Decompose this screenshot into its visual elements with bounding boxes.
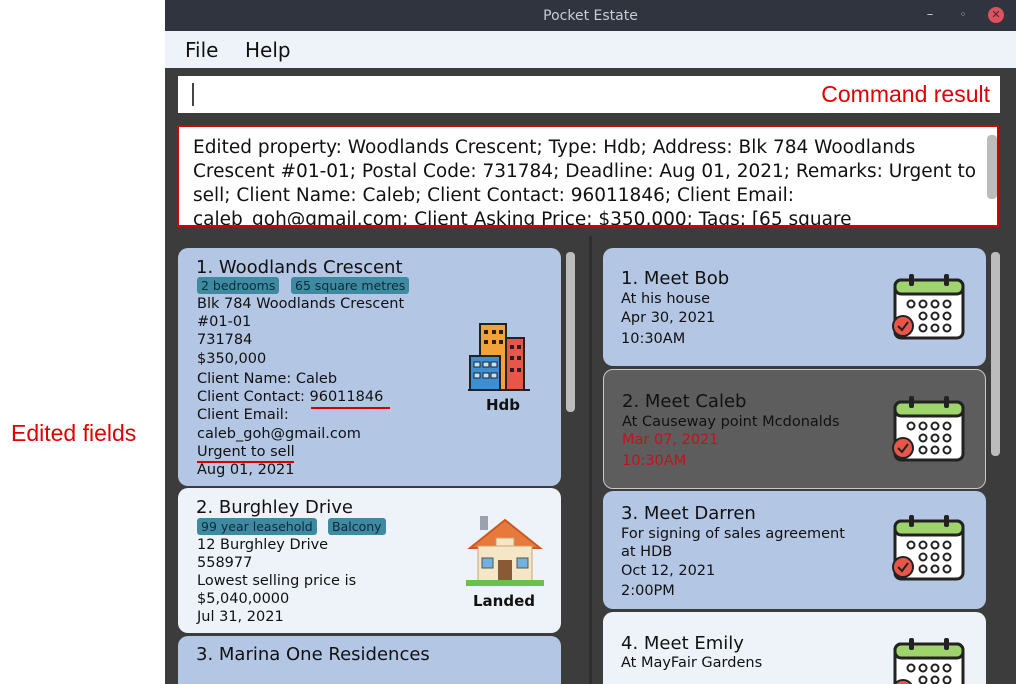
property-client-email: caleb_goh@gmail.com: [197, 426, 361, 442]
property-deadline: Jul 31, 2021: [197, 609, 284, 625]
property-postal-code: 731784: [197, 332, 253, 348]
property-address: 12 Burghley Drive: [197, 537, 329, 553]
appointment-card[interactable]: 1. Meet Bob At his house Apr 30, 2021 10…: [603, 248, 986, 366]
appointment-venue: At MayFair Gardens: [621, 655, 763, 671]
appointment-date: Mar 07, 2021: [622, 432, 719, 448]
menu-file[interactable]: File: [185, 38, 218, 62]
appointment-title: 2. Meet Caleb: [622, 391, 747, 412]
title-bar: Pocket Estate – ◦ ✕: [165, 0, 1016, 31]
property-tag: 99 year leasehold: [197, 518, 317, 535]
edited-fields-annotation: Edited fields: [11, 420, 137, 446]
appointment-venue: At his house: [621, 291, 711, 307]
property-unit: #01-01: [197, 314, 252, 330]
result-scrollbar[interactable]: [987, 135, 997, 199]
property-type: Landed: [472, 592, 535, 610]
appointment-title: 4. Meet Emily: [621, 633, 744, 654]
property-remarks: Lowest selling price is: [197, 573, 357, 589]
property-client-contact: Client Contact: 96011846: [197, 389, 384, 405]
property-list-scrollbar[interactable]: [566, 252, 575, 412]
menu-bar: File Help: [165, 31, 1016, 68]
minimize-icon[interactable]: –: [922, 7, 938, 23]
appointment-card-selected[interactable]: 2. Meet Caleb At Causeway point Mcdonald…: [603, 369, 986, 489]
appointment-venue: At Causeway point Mcdonalds: [622, 414, 840, 430]
result-text: Edited property: Woodlands Crescent; Typ…: [193, 137, 977, 227]
property-tag: Balcony: [328, 518, 386, 535]
restore-icon[interactable]: ◦: [955, 7, 971, 23]
appointment-time: 10:30AM: [621, 331, 686, 347]
appointment-list-scrollbar[interactable]: [991, 252, 1000, 456]
text-caret: [192, 83, 194, 106]
property-type: Hdb: [485, 396, 521, 414]
calendar-icon: [892, 396, 965, 462]
calendar-icon: [893, 638, 965, 684]
appointment-title: 3. Meet Darren: [621, 503, 756, 524]
property-client-name: Client Name: Caleb: [197, 371, 338, 387]
edited-underline-remarks: [197, 461, 294, 463]
property-title: 1. Woodlands Crescent: [196, 257, 403, 278]
appointment-card[interactable]: 4. Meet Emily At MayFair Gardens: [603, 612, 986, 684]
pane-divider: [589, 236, 592, 684]
property-client-email-label: Client Email:: [197, 407, 289, 423]
appointment-time: 2:00PM: [621, 583, 675, 599]
appointment-title: 1. Meet Bob: [621, 268, 730, 289]
window-title: Pocket Estate: [543, 8, 638, 24]
appointment-card[interactable]: 3. Meet Darren For signing of sales agre…: [603, 491, 986, 609]
landed-house-icon: [466, 516, 544, 586]
menu-help[interactable]: Help: [245, 38, 291, 62]
appointment-venue-cont: at HDB: [621, 544, 673, 560]
close-icon[interactable]: ✕: [988, 7, 1004, 23]
app-window: Pocket Estate – ◦ ✕ File Help Command re…: [165, 0, 1016, 684]
result-display: Edited property: Woodlands Crescent; Typ…: [177, 125, 999, 227]
property-title: 2. Burghley Drive: [196, 497, 354, 518]
property-card[interactable]: 2. Burghley Drive 99 year leasehold Balc…: [178, 488, 561, 633]
command-input[interactable]: Command result: [178, 76, 1000, 113]
property-address: Blk 784 Woodlands Crescent: [197, 296, 405, 312]
appointment-time: 10:30AM: [622, 453, 687, 469]
appointment-date: Oct 12, 2021: [621, 563, 716, 579]
property-price: $5,040,0000: [197, 591, 290, 607]
property-price: $350,000: [197, 351, 267, 367]
property-tag: 2 bedrooms: [197, 277, 280, 294]
calendar-icon: [892, 515, 965, 581]
property-title: 3. Marina One Residences: [196, 644, 430, 665]
property-postal-code: 558977: [197, 555, 253, 571]
calendar-icon: [892, 274, 965, 340]
command-result-annotation: Command result: [821, 81, 990, 107]
property-card[interactable]: 1. Woodlands Crescent 2 bedrooms 65 squa…: [178, 248, 561, 486]
property-card[interactable]: 3. Marina One Residences: [178, 636, 561, 684]
appointment-date: Apr 30, 2021: [621, 310, 716, 326]
property-tag: 65 square metres: [291, 277, 410, 294]
property-deadline: Aug 01, 2021: [197, 462, 295, 478]
hdb-building-icon: [468, 323, 530, 391]
edited-underline-contact: [311, 407, 390, 409]
property-remarks: Urgent to sell: [197, 444, 295, 460]
appointment-venue: For signing of sales agreement: [621, 526, 845, 542]
